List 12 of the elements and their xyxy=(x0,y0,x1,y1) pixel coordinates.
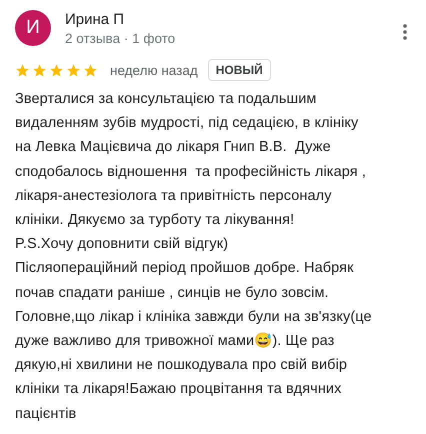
review-time: неделю назад xyxy=(110,62,198,78)
review-text: Зверталися за консультацією та подальшим видаленням зубів мудрості, під седацією, в клініку на Левка Мацієвича до лікаря Гнип В.В. Дуже сподобалось відношення та професійність лікаря , лікаря-анестезіолога та привітність персоналу клініки. Дякуємо за турботу та лікування! P.S.Хочу доповнити свій відгук) Післяопераційний період пройшов добре. Набряк почав спадати раніше , синців не було зовсім. Головне,що лікар і клініка завжди були на зв'язку(це дуже важливо для тривожної мами😅). Ще раз дякую,ні хвилини не пошкодувала про свій вибір клініки та лікаря!Бажаю процвітання та вдячних пацієнтів xyxy=(15,90,373,424)
author-meta: 2 отзыва · 1 фото xyxy=(65,30,176,46)
star-icon xyxy=(32,62,47,78)
star-icon xyxy=(15,62,30,78)
star-icon xyxy=(49,62,64,78)
more-options-icon[interactable] xyxy=(401,22,409,42)
avatar: И xyxy=(15,10,51,46)
new-badge: НОВЫЙ xyxy=(208,59,271,81)
star-icon xyxy=(83,62,98,78)
author-name[interactable]: Ирина П xyxy=(65,10,176,28)
star-icon xyxy=(66,62,81,78)
